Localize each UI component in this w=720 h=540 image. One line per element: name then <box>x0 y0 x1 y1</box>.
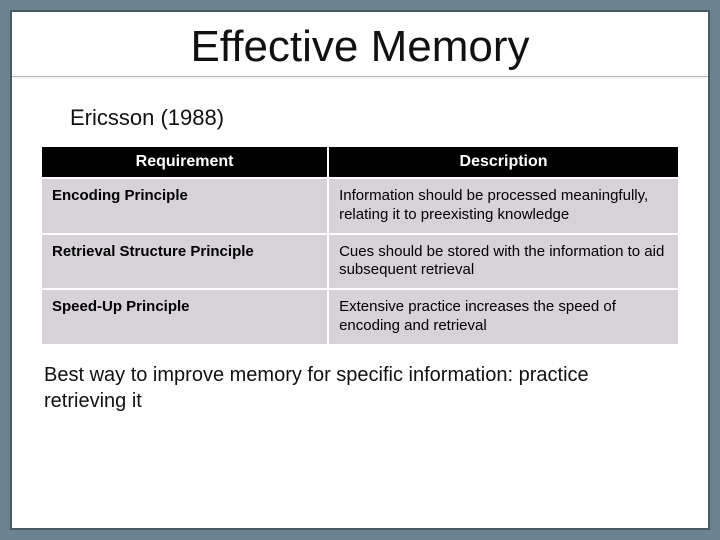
header-description: Description <box>328 146 679 178</box>
table-row: Speed-Up Principle Extensive practice in… <box>41 289 679 345</box>
cell-requirement: Retrieval Structure Principle <box>41 234 328 290</box>
principles-table: Requirement Description Encoding Princip… <box>40 145 680 346</box>
cell-description: Cues should be stored with the informati… <box>328 234 679 290</box>
cell-description: Extensive practice increases the speed o… <box>328 289 679 345</box>
slide: Effective Memory Ericsson (1988) Require… <box>10 10 710 530</box>
closing-text: Best way to improve memory for specific … <box>44 362 676 414</box>
content-region: Ericsson (1988) Requirement Description … <box>12 77 708 528</box>
table-row: Retrieval Structure Principle Cues shoul… <box>41 234 679 290</box>
header-requirement: Requirement <box>41 146 328 178</box>
slide-frame: Effective Memory Ericsson (1988) Require… <box>0 0 720 540</box>
subheading: Ericsson (1988) <box>70 105 680 131</box>
cell-requirement: Encoding Principle <box>41 178 328 234</box>
title-region: Effective Memory <box>12 12 708 77</box>
cell-requirement: Speed-Up Principle <box>41 289 328 345</box>
cell-description: Information should be processed meaningf… <box>328 178 679 234</box>
table-header-row: Requirement Description <box>41 146 679 178</box>
table-row: Encoding Principle Information should be… <box>41 178 679 234</box>
page-title: Effective Memory <box>32 22 688 72</box>
